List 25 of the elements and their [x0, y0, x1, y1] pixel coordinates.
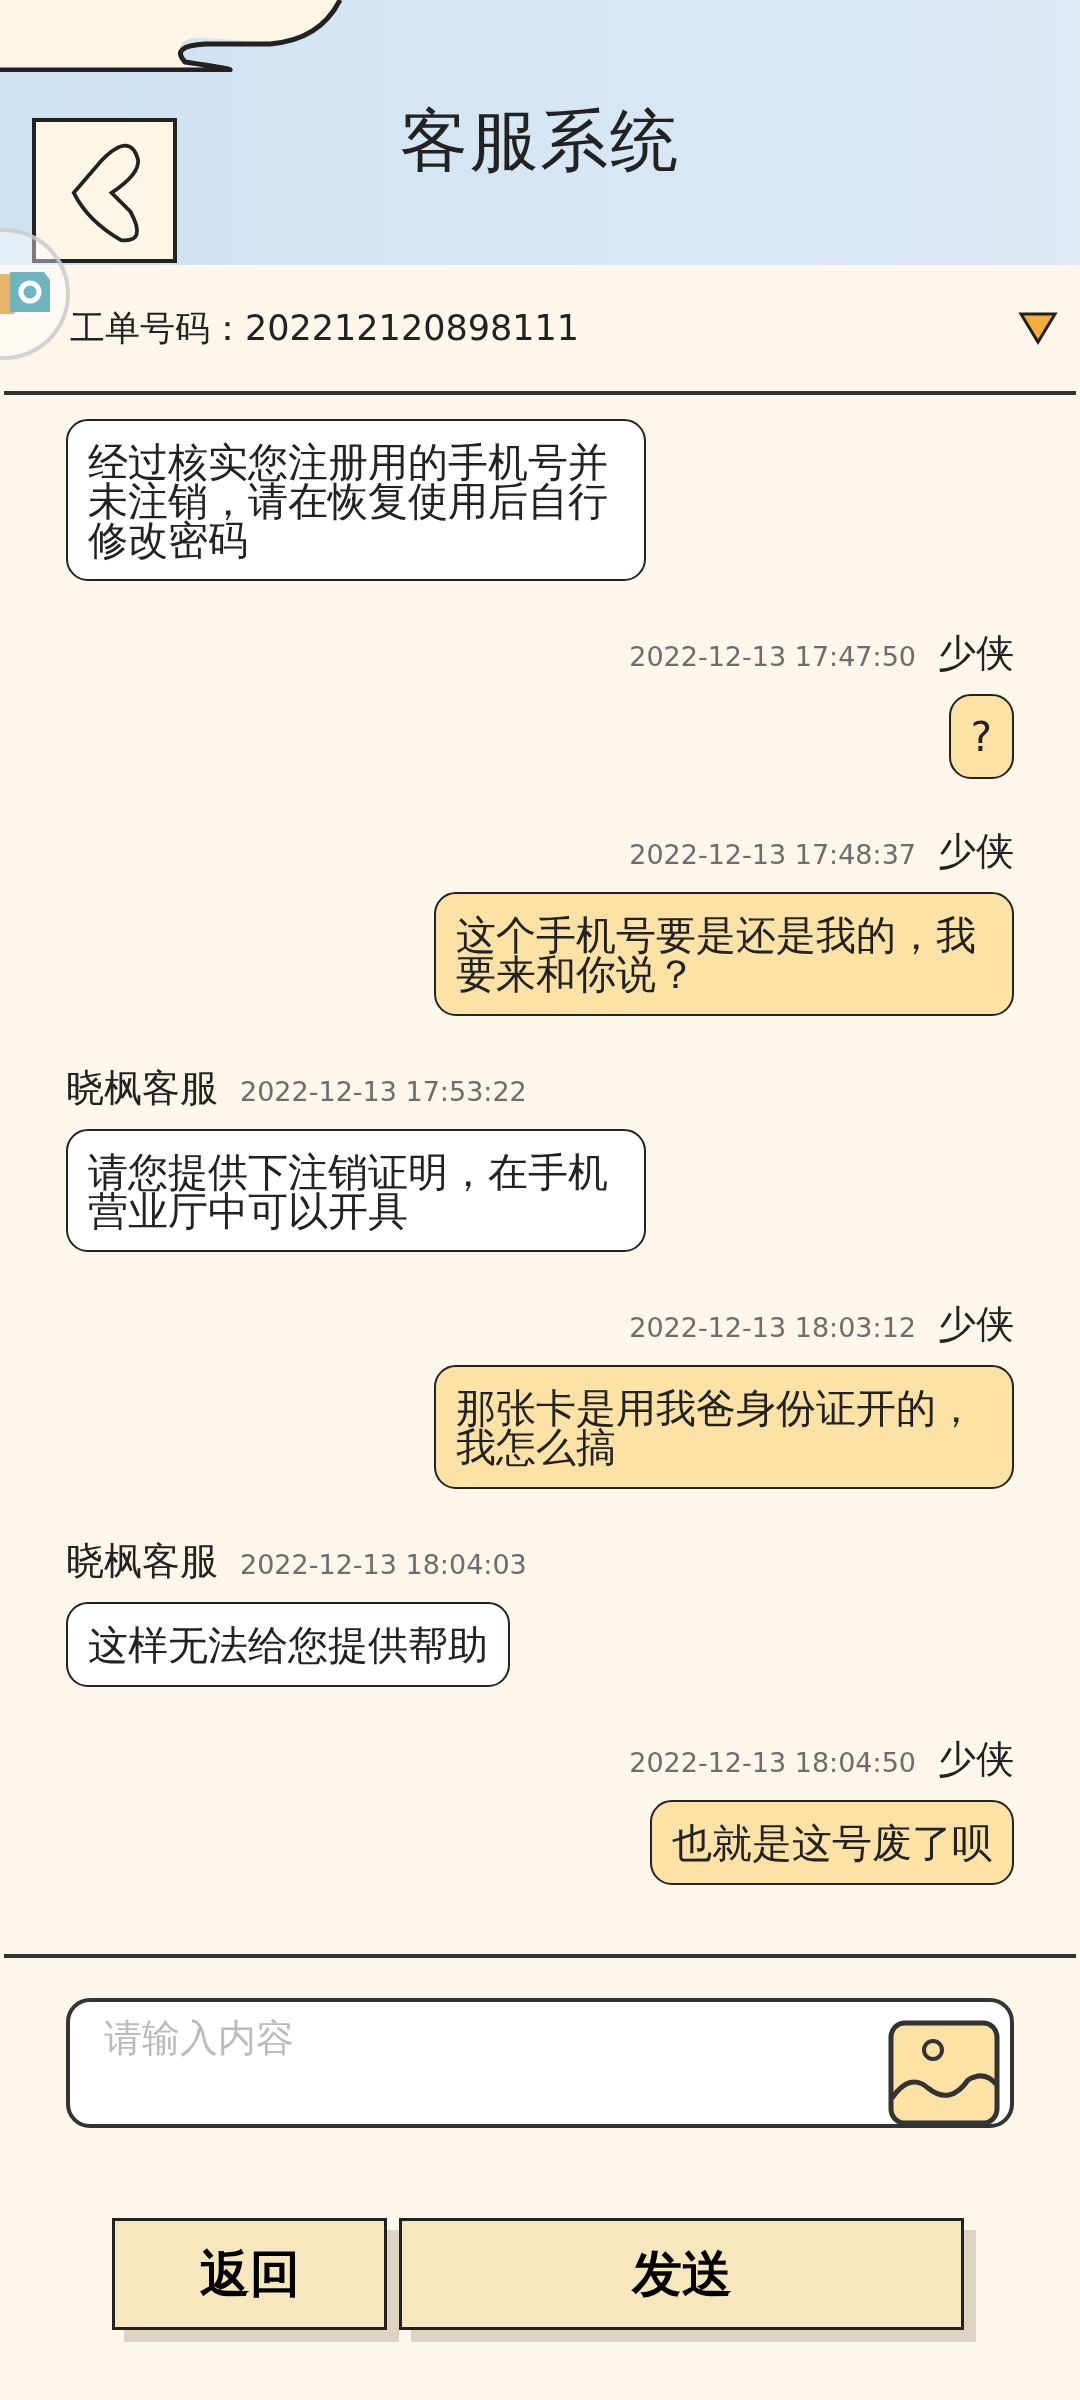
ticket-number: 工单号码：202212120898111: [70, 306, 580, 350]
message-bubble: 这样无法给您提供帮助: [66, 1601, 510, 1687]
sender-name: 少侠: [938, 1301, 1014, 1349]
message-time: 2022-12-13 18:04:50: [629, 1745, 916, 1780]
back-button[interactable]: [32, 118, 177, 263]
message-bubble: 也就是这号废了呗: [650, 1799, 1014, 1885]
message-time: 2022-12-13 18:04:03: [240, 1547, 527, 1582]
message-input[interactable]: 请输入内容: [66, 1998, 1014, 2128]
sender-name: 少侠: [938, 630, 1014, 678]
dropdown-triangle-icon[interactable]: [1018, 310, 1058, 346]
message-bubble: 那张卡是用我爸身份证开的，我怎么搞: [434, 1365, 1014, 1489]
message-bubble: 这个手机号要是还是我的，我要来和你说？: [434, 892, 1014, 1016]
message-time: 2022-12-13 17:47:50: [629, 640, 916, 675]
sender-name: 少侠: [938, 828, 1014, 876]
page-title: 客服系统: [399, 100, 681, 182]
message-bubble: 请您提供下注销证明，在手机营业厅中可以开具: [66, 1128, 646, 1253]
image-upload-icon[interactable]: [888, 2020, 1000, 2126]
sender-name: 少侠: [938, 1735, 1014, 1783]
message-time: 2022-12-13 17:48:37: [629, 838, 916, 873]
sender-name: 晓枫客服: [66, 1064, 218, 1112]
sender-name: 晓枫客服: [66, 1537, 218, 1585]
message-time: 2022-12-13 18:03:12: [629, 1311, 916, 1346]
message-time: 2022-12-13 17:53:22: [240, 1074, 527, 1109]
message-bubble: ?: [948, 694, 1014, 780]
message-bubble: 经过核实您注册用的手机号并未注销，请在恢复使用后自行修改密码: [66, 419, 646, 582]
